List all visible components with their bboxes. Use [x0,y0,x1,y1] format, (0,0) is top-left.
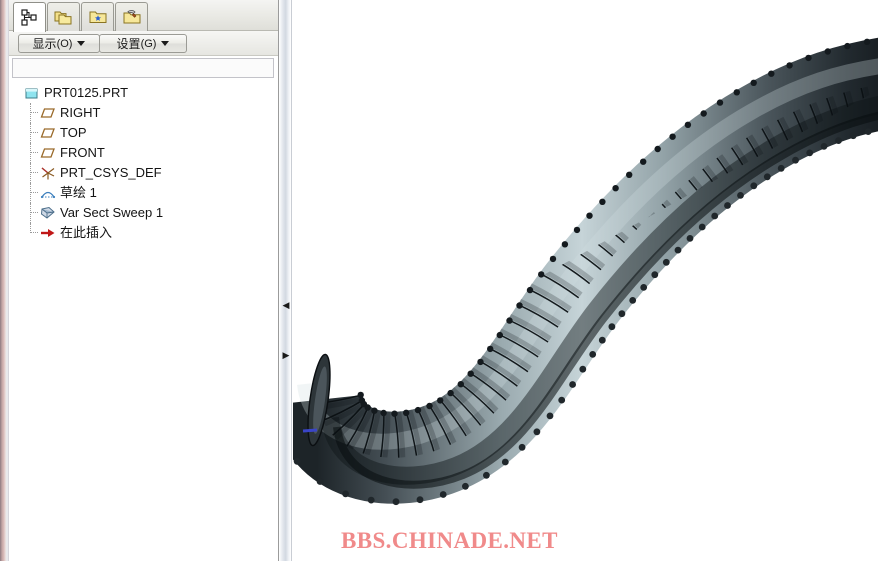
model-tree: PRT0125.PRT RIGHT TOP FRONT PRT_CSYS_DEF… [9,80,278,243]
settings-dropdown-button[interactable]: 设置 (G) [99,34,187,53]
chevron-down-icon [161,41,170,46]
show-dropdown-label: 显示 [32,37,57,51]
part-icon [23,85,41,101]
settings-dropdown-mnemonic: (G) [140,37,157,50]
sketch-icon [39,185,57,201]
show-dropdown-mnemonic: (O) [56,37,73,50]
tree-row-csys[interactable]: PRT_CSYS_DEF [9,163,278,183]
favorites-folder-tab[interactable] [81,2,114,31]
swept-feature-icon [39,205,57,221]
folders-icon [54,8,74,26]
chevron-right-icon[interactable]: ▶ [282,348,290,362]
tree-label-sweep: Var Sect Sweep 1 [60,205,164,220]
tree-row-top[interactable]: TOP [9,123,278,143]
tree-row-right[interactable]: RIGHT [9,103,278,123]
model-tree-panel[interactable]: PRT0125.PRT RIGHT TOP FRONT PRT_CSYS_DEF… [9,80,278,561]
insert-here-arrow-icon [39,225,57,241]
chevron-left-icon[interactable]: ◀ [282,298,290,312]
tree-label-front: FRONT [60,145,105,160]
model-tree-icon [20,8,39,27]
tree-label-part: PRT0125.PRT [44,85,129,100]
application-window: 显示 (O) 设置 (G) PRT0125.PRT RIGHT TOP FRON… [0,0,878,561]
show-dropdown-button[interactable]: 显示 (O) [18,34,100,53]
datum-plane-icon [39,105,57,121]
chevron-down-icon [77,41,86,46]
model-tree-tab[interactable] [13,2,46,32]
navigator-toolbar: 显示 (O) 设置 (G) [9,31,278,56]
tree-row-sweep[interactable]: Var Sect Sweep 1 [9,203,278,223]
tree-row-part[interactable]: PRT0125.PRT [9,83,278,103]
graphics-viewport[interactable]: BBS.CHINADE.NET [293,0,878,561]
coordinate-system-icon [39,165,57,181]
sidebar-splitter[interactable]: ◀ ▶ [278,0,292,561]
folder-star-icon [88,8,108,26]
tree-label-insert-here: 在此插入 [60,225,113,240]
hose-body [305,66,878,485]
tree-label-csys: PRT_CSYS_DEF [60,165,162,180]
tree-label-sketch: 草绘 1 [60,185,97,200]
end-marker [302,428,318,433]
forum-watermark: BBS.CHINADE.NET [341,528,558,553]
datum-plane-icon [39,145,57,161]
tree-row-insert-here[interactable]: 在此插入 [9,223,278,243]
model-3d-render [293,0,878,506]
settings-dropdown-label: 设置 [116,37,141,51]
tree-filter-field[interactable] [12,58,274,78]
tree-row-sketch[interactable]: 草绘 1 [9,183,278,203]
layer-tree-tab[interactable] [47,2,80,31]
datum-plane-icon [39,125,57,141]
tree-label-top: TOP [60,125,87,140]
folder-hammer-icon [122,8,142,26]
tree-label-right: RIGHT [60,105,101,120]
navigator-sidebar: 显示 (O) 设置 (G) PRT0125.PRT RIGHT TOP FRON… [9,0,278,561]
tree-row-front[interactable]: FRONT [9,143,278,163]
tools-folder-tab[interactable] [115,2,148,31]
navigator-tabstrip [9,0,278,32]
